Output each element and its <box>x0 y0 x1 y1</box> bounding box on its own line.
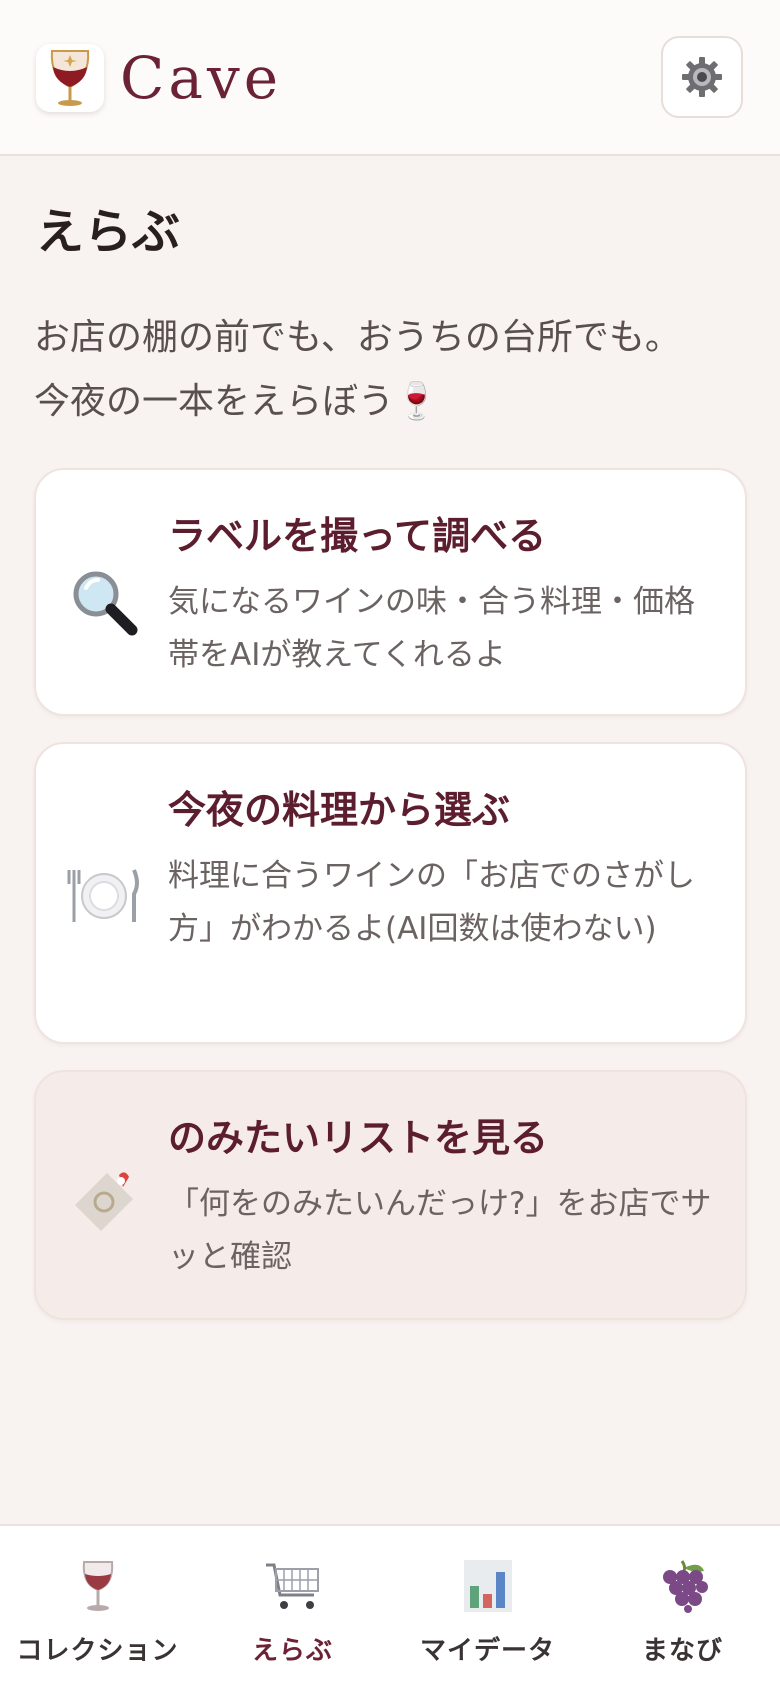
bar-chart-icon <box>463 1556 512 1616</box>
grapes-icon <box>656 1556 710 1616</box>
wine-glass-icon <box>78 1556 118 1616</box>
card-title: 今夜の料理から選ぶ <box>168 788 511 832</box>
app-title: Cave <box>120 44 283 112</box>
pick-by-dish-card[interactable]: 今夜の料理から選ぶ 料理に合うワインの「お店でのさがし方」がわかるよ(AI回数は… <box>34 742 747 1044</box>
card-title: ラベルを撮って調べる <box>168 514 547 558</box>
card-description: 「何をのみたいんだっけ?」をお店でサッと確認 <box>168 1186 712 1275</box>
intro-line-2: 今夜の一本をえらぼう🍷 <box>34 381 439 422</box>
intro-line-1: お店の棚の前でも、おうちの台所でも。 <box>34 317 681 358</box>
nav-item-erabu[interactable]: えらぶ <box>195 1526 390 1688</box>
card-description: 気になるワインの味・合う料理・価格帯をAIが教えてくれるよ <box>168 584 695 673</box>
wishlist-card[interactable]: のみたいリストを見る 「何をのみたいんだっけ?」をお店でサッと確認 <box>34 1070 747 1320</box>
shopping-cart-icon <box>264 1556 322 1616</box>
scan-label-card[interactable]: ラベルを撮って調べる 気になるワインの味・合う料理・価格帯をAIが教えてくれるよ <box>34 468 747 716</box>
app-logo[interactable] <box>36 44 104 112</box>
settings-button[interactable] <box>661 36 743 118</box>
nav-item-manabi[interactable]: まなび <box>585 1526 780 1688</box>
wine-glass-logo-icon <box>50 50 90 106</box>
nav-label: まなび <box>641 1636 723 1666</box>
app-header: Cave <box>0 0 780 156</box>
nav-label: えらぶ <box>251 1636 333 1666</box>
bottom-nav: コレクション えらぶ マイデータ まなび <box>0 1524 780 1688</box>
nav-label: コレクション <box>16 1636 179 1666</box>
nav-item-mydata[interactable]: マイデータ <box>390 1526 585 1688</box>
magnifier-icon <box>66 564 142 640</box>
page-title: えらぶ <box>36 204 181 260</box>
gear-icon <box>682 57 722 97</box>
nav-label: マイデータ <box>419 1636 555 1666</box>
intro-text: お店の棚の前でも、おうちの台所でも。 今夜の一本をえらぼう🍷 <box>34 306 744 434</box>
card-description: 料理に合うワインの「お店でのさがし方」がわかるよ(AI回数は使わない) <box>168 858 695 947</box>
tag-icon <box>66 1164 142 1240</box>
app-root: Cave えらぶ お店の棚の前でも、おうちの台所でも。 今夜の一本をえらぼう🍷 … <box>0 0 780 1688</box>
card-title: のみたいリストを見る <box>168 1116 549 1160</box>
nav-item-collection[interactable]: コレクション <box>0 1526 195 1688</box>
plate-cutlery-icon <box>66 858 142 934</box>
